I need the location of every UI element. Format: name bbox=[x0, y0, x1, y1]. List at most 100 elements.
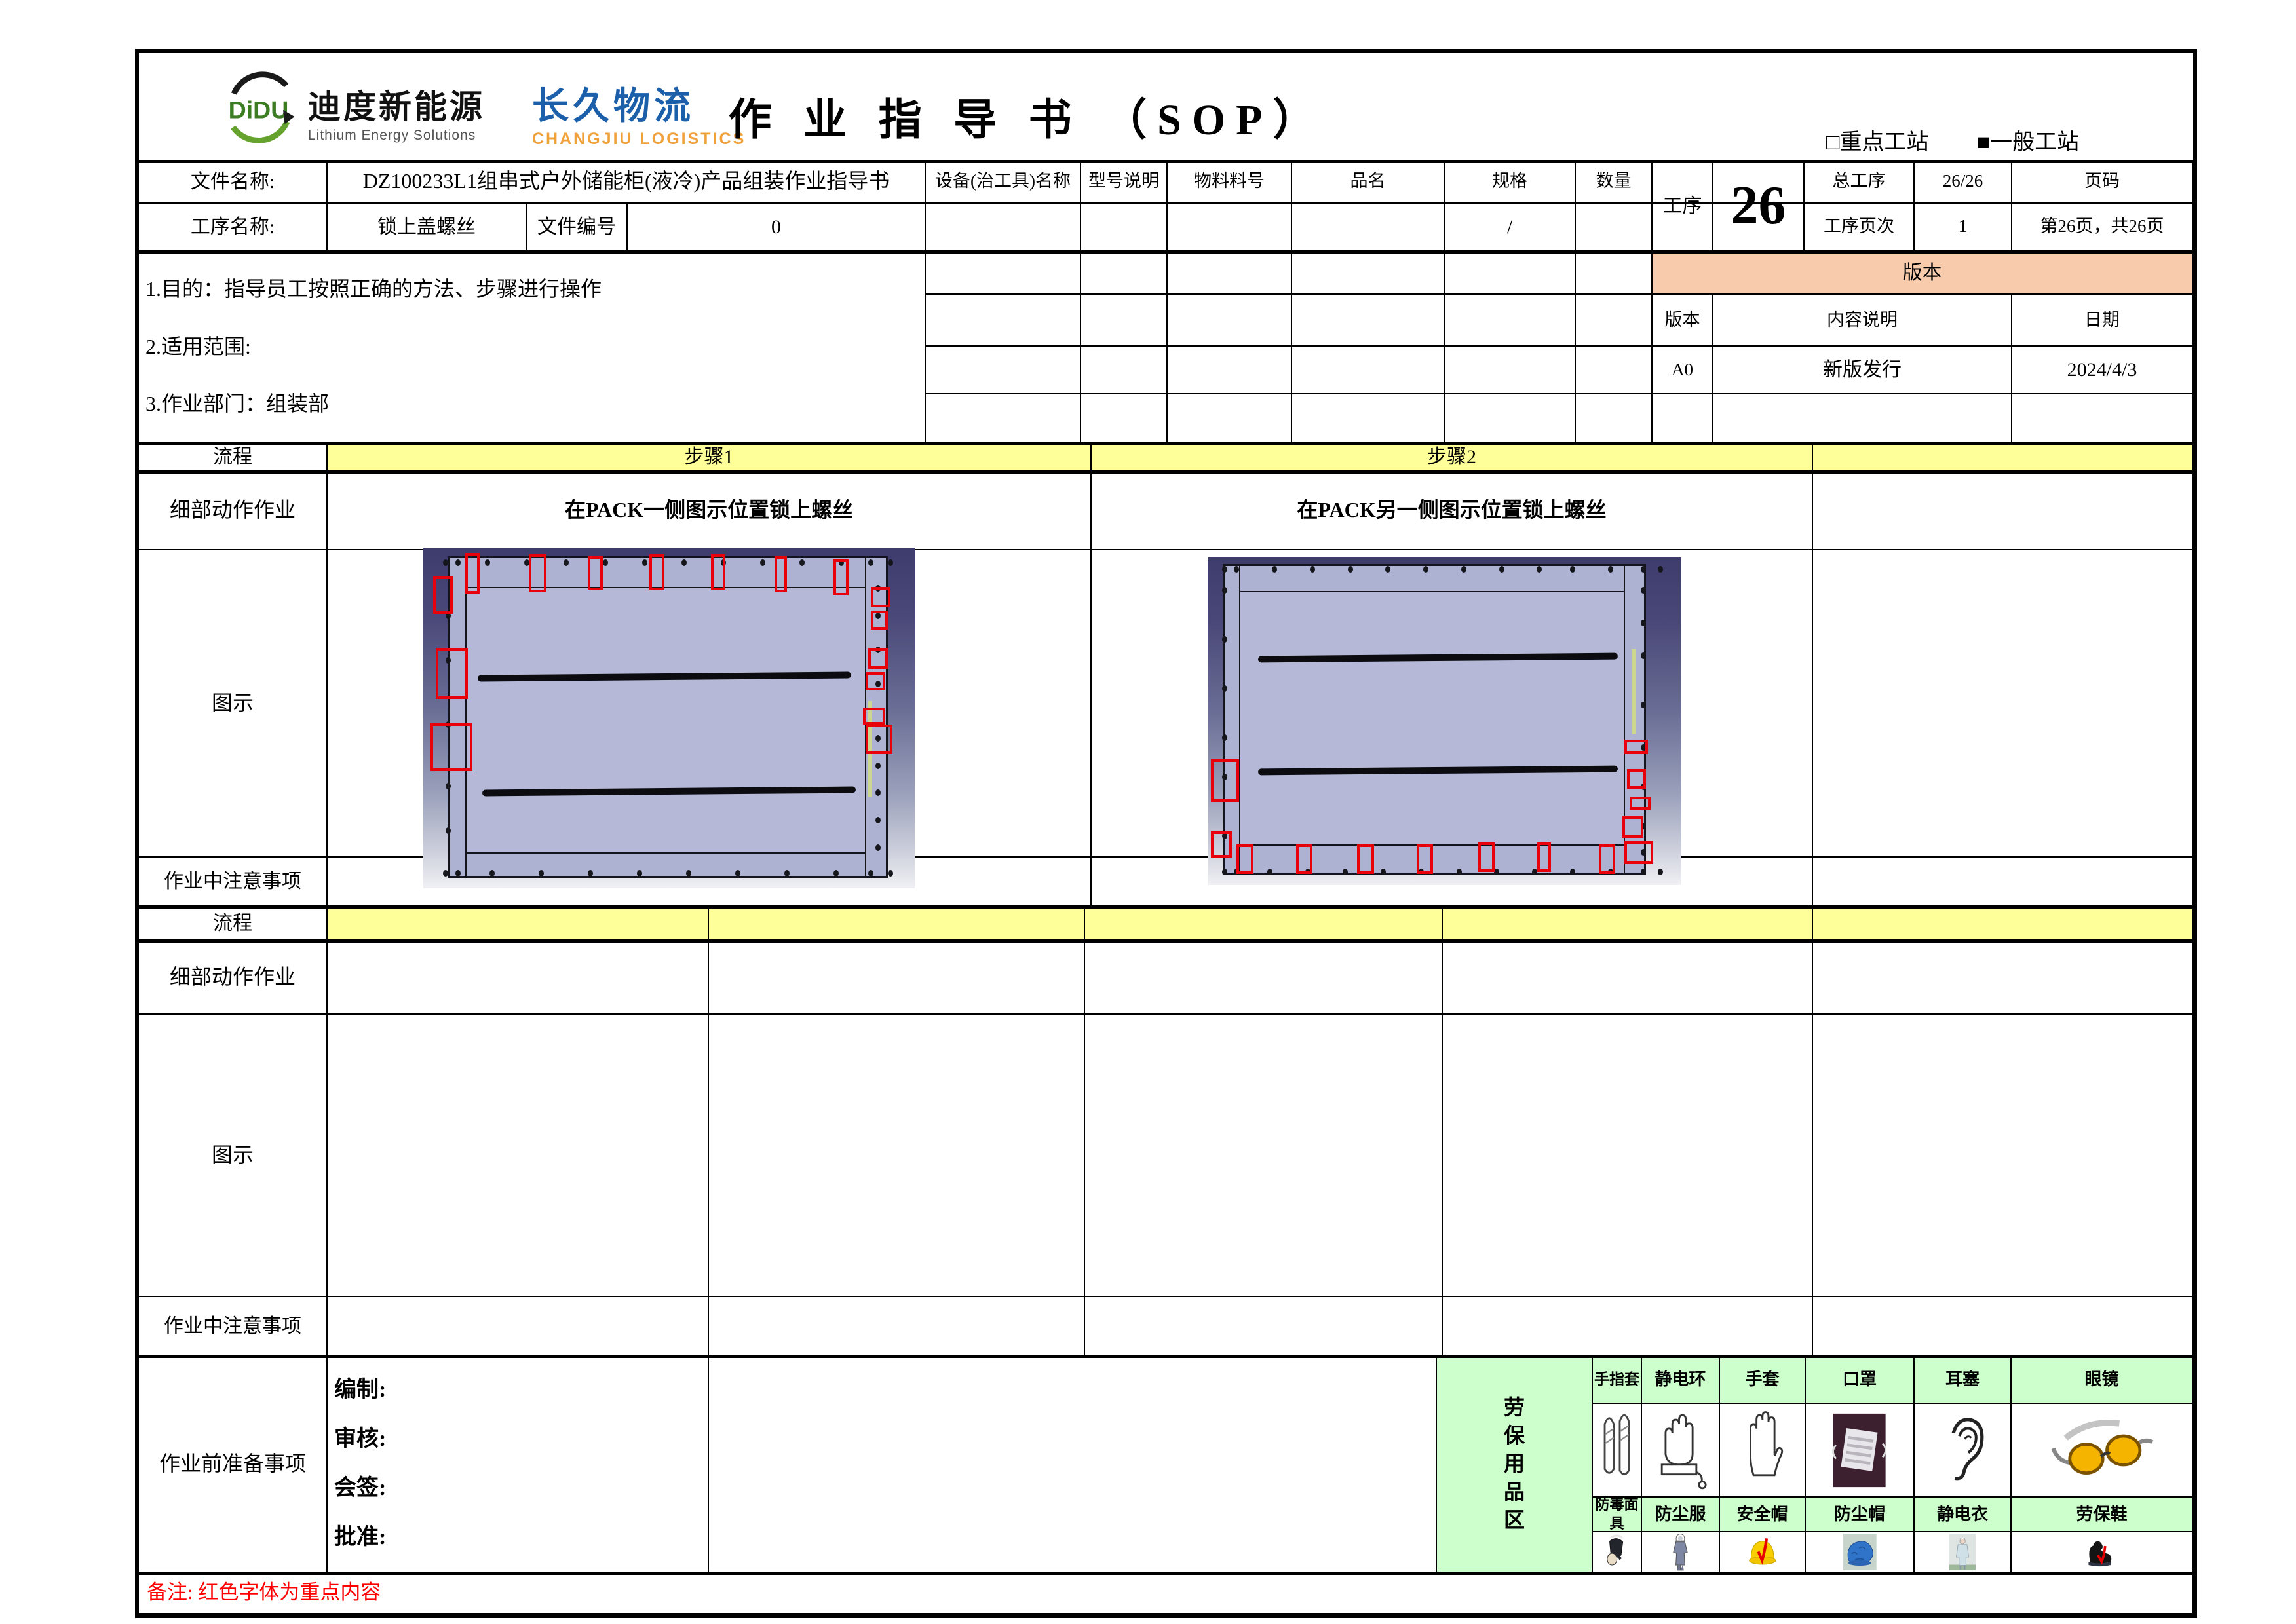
screw-dot bbox=[1461, 565, 1466, 573]
ppe-image-cell bbox=[1593, 1404, 1642, 1498]
spec-label: 规格 bbox=[1445, 161, 1576, 203]
screw-dot bbox=[484, 559, 490, 567]
ppe-label-finger-cots: 手指套 bbox=[1593, 1356, 1642, 1404]
divider bbox=[139, 442, 2193, 445]
file-name-value: DZ100233L1组串式户外储能柜(液冷)产品组装作业指导书 bbox=[328, 161, 926, 203]
screw-position-highlight bbox=[866, 725, 893, 754]
caution-label-2: 作业中注意事项 bbox=[139, 1297, 328, 1356]
screw-dot bbox=[588, 869, 593, 877]
screw-dot bbox=[1222, 734, 1228, 741]
signature-block: 编制: 审核: 会签: 批准: bbox=[328, 1356, 709, 1573]
screw-dot bbox=[875, 789, 881, 797]
screw-position-highlight bbox=[1624, 840, 1653, 864]
key-station-checkbox: □重点工站 bbox=[1826, 130, 1929, 155]
screw-dot bbox=[1641, 565, 1647, 573]
screw-dot bbox=[868, 559, 873, 567]
changjiu-logo-en: CHANGJIU LOGISTICS bbox=[532, 130, 746, 148]
screw-dot bbox=[833, 869, 839, 877]
empty-cell bbox=[1813, 1015, 2193, 1297]
empty-cell bbox=[709, 941, 1085, 1015]
ppe-image-cell bbox=[1720, 1404, 1806, 1498]
screw-dot bbox=[1537, 565, 1542, 573]
ppe-zone-text: 劳保用品区 bbox=[1503, 1395, 1525, 1532]
screw-dot bbox=[1456, 869, 1462, 875]
purpose-line-3: 3.作业部门：组装部 bbox=[145, 392, 330, 416]
empty-cell bbox=[1081, 347, 1168, 394]
pack-diagram-step1 bbox=[423, 548, 915, 888]
ppe-label-gloves: 手套 bbox=[1720, 1356, 1806, 1404]
ppe-label-gas-mask: 防毒面具 bbox=[1593, 1498, 1642, 1532]
screw-dot bbox=[1267, 869, 1272, 875]
flow-step1-band: 步骤1 bbox=[328, 444, 1092, 472]
ppe-image-cell bbox=[1593, 1532, 1642, 1573]
doc-no-label: 文件编号 bbox=[527, 203, 628, 252]
screw-dot bbox=[1569, 565, 1575, 573]
empty-cell bbox=[926, 347, 1081, 394]
screw-dot bbox=[1641, 869, 1647, 875]
empty-cell bbox=[926, 252, 1081, 295]
empty-cell bbox=[1081, 252, 1168, 295]
ppe-image-cell bbox=[2012, 1404, 2193, 1498]
detail-step1-text: 在PACK一侧图示位置锁上螺丝 bbox=[328, 472, 1092, 550]
screw-dot bbox=[759, 559, 765, 567]
ppe-label-glasses: 眼镜 bbox=[2012, 1356, 2193, 1404]
screw-position-highlight bbox=[870, 611, 888, 630]
empty-cell bbox=[1085, 941, 1443, 1015]
screw-dot bbox=[1343, 869, 1349, 875]
screw-position-highlight bbox=[1478, 842, 1495, 872]
screw-dot bbox=[1641, 587, 1647, 594]
footer-note: 备注: 红色字体为重点内容 bbox=[139, 1573, 2193, 1614]
diagram-label-1: 图示 bbox=[139, 550, 328, 858]
divider bbox=[139, 1355, 2193, 1358]
ppe-label-safety-shoes: 劳保鞋 bbox=[2012, 1498, 2193, 1532]
dust-cap-icon bbox=[1843, 1534, 1877, 1570]
ppe-label-mask: 口罩 bbox=[1806, 1356, 1915, 1404]
screw-dot bbox=[1222, 587, 1228, 594]
screw-dot bbox=[442, 559, 448, 567]
screw-dot bbox=[1234, 565, 1240, 573]
empty-cell bbox=[1576, 295, 1653, 347]
screw-dot bbox=[868, 869, 873, 877]
empty-cell bbox=[1813, 550, 2193, 858]
screw-position-highlight bbox=[588, 556, 603, 590]
detail-step2-text: 在PACK另一侧图示位置锁上螺丝 bbox=[1092, 472, 1813, 550]
screw-dot bbox=[1641, 652, 1647, 659]
pack-frame-bottom bbox=[450, 852, 886, 877]
divider bbox=[139, 1572, 2193, 1575]
screw-dot bbox=[455, 559, 461, 567]
purpose-block: 1.目的：指导员工按照正确的方法、步骤进行操作 2.适用范围: 3.作业部门：组… bbox=[139, 252, 926, 444]
equipment-name-label: 设备(治工具)名称 bbox=[926, 161, 1081, 203]
page-no-label: 页码 bbox=[2012, 161, 2193, 203]
page-text: 第26页，共26页 bbox=[2012, 203, 2193, 252]
flow-step2-band: 步骤2 bbox=[1092, 444, 1813, 472]
empty-cell bbox=[1576, 347, 1653, 394]
gas-mask-icon bbox=[1607, 1534, 1624, 1566]
pack-gasket bbox=[1632, 649, 1636, 734]
screw-dot bbox=[1347, 565, 1353, 573]
ppe-image-cell bbox=[1720, 1532, 1806, 1573]
screw-position-highlight bbox=[866, 671, 885, 691]
gloves-icon bbox=[1749, 1410, 1783, 1476]
divider bbox=[139, 470, 2193, 474]
changjiu-logo-text: 长久物流 CHANGJIU LOGISTICS bbox=[532, 77, 746, 149]
page-title: 作 业 指 导 书 （SOP） bbox=[728, 96, 1327, 144]
empty-cell bbox=[709, 1356, 1437, 1573]
screw-dot bbox=[1222, 565, 1228, 573]
ppe-zone-label: 劳保用品区 bbox=[1437, 1356, 1593, 1573]
version-col-label: 版本 bbox=[1653, 295, 1713, 347]
empty-cell bbox=[1168, 203, 1292, 252]
ppe-image-cell bbox=[1642, 1404, 1720, 1498]
ppe-label-dust-suit: 防尘服 bbox=[1642, 1498, 1720, 1532]
screw-dot bbox=[1385, 565, 1391, 573]
ppe-image-cell bbox=[1915, 1404, 2012, 1498]
safety-shoes-icon bbox=[2088, 1541, 2111, 1567]
ppe-label-dust-cap: 防尘帽 bbox=[1806, 1498, 1915, 1532]
screw-dot bbox=[875, 762, 881, 769]
ear-icon bbox=[1951, 1417, 1984, 1480]
screw-position-highlight bbox=[1210, 759, 1239, 802]
screw-position-highlight bbox=[1210, 831, 1233, 858]
process-label: 工序 bbox=[1653, 161, 1713, 252]
changjiu-logo-cn: 长久物流 bbox=[532, 86, 695, 127]
version-banner: 版本 bbox=[1653, 252, 2193, 295]
screw-dot bbox=[686, 869, 691, 877]
